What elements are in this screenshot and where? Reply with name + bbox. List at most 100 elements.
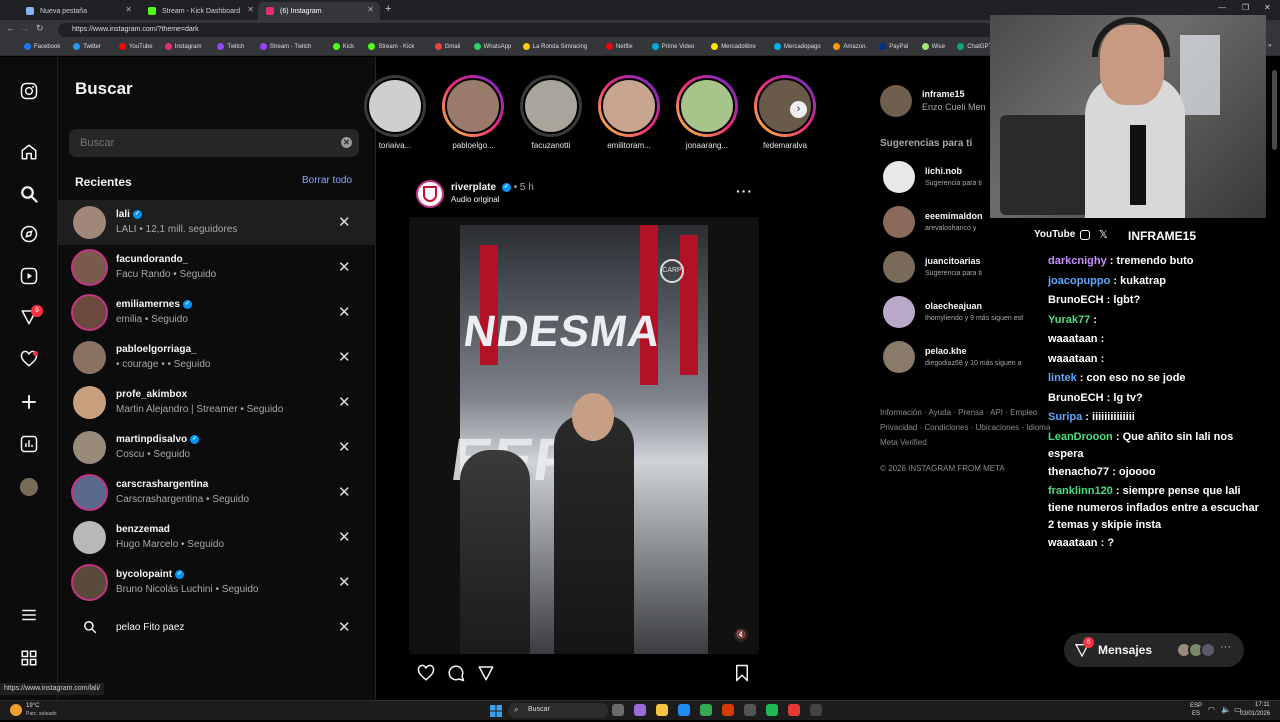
bookmark-item[interactable]: Twitch xyxy=(217,43,244,50)
remove-recent-icon[interactable]: ✕ xyxy=(338,528,351,546)
story-avatar[interactable] xyxy=(754,75,816,137)
dashboard-icon[interactable] xyxy=(19,435,39,455)
bookmark-item[interactable]: Kick xyxy=(332,43,354,50)
search-input[interactable] xyxy=(80,134,330,152)
more-dots-icon[interactable]: ··· xyxy=(736,183,753,199)
story-avatar[interactable] xyxy=(442,75,504,137)
close-tab-icon[interactable]: ✕ xyxy=(125,5,132,14)
recent-item[interactable]: bycolopaint ✓ Bruno Nicolás Luchini • Segu… xyxy=(58,560,376,605)
remove-recent-icon[interactable]: ✕ xyxy=(338,303,351,321)
suggestion-username[interactable]: pelao.khe xyxy=(925,346,967,356)
reload-icon[interactable]: ↻ xyxy=(36,23,44,34)
bookmark-item[interactable]: WhatsApp xyxy=(473,43,511,50)
avatar[interactable] xyxy=(883,161,915,193)
close-window-icon[interactable]: ✕ xyxy=(1264,3,1271,12)
bookmark-item[interactable]: Instagram xyxy=(164,43,201,50)
recent-item[interactable]: facundorando_ Facu Rando • Seguido ✕ xyxy=(58,245,376,290)
remove-recent-icon[interactable]: ✕ xyxy=(338,618,351,636)
bookmark-item[interactable]: Mercadolibre xyxy=(711,43,756,50)
recent-item[interactable]: emiliamernes ✓ emilia • Seguido ✕ xyxy=(58,290,376,335)
story-avatar[interactable] xyxy=(598,75,660,137)
chrome-icon[interactable] xyxy=(700,704,712,716)
remove-recent-icon[interactable]: ✕ xyxy=(338,258,351,276)
footer-links[interactable]: Información · Ayuda · Prensa · API · Emp… xyxy=(880,408,1037,417)
messages-button[interactable]: 6 Mensajes ··· xyxy=(1064,633,1244,667)
menu-hamburger-icon[interactable] xyxy=(19,606,39,626)
new-tab-button[interactable]: + xyxy=(385,3,391,15)
language-code[interactable]: ESP xyxy=(1190,703,1202,709)
bookmark-item[interactable]: Facebook xyxy=(24,43,60,50)
muted-speaker-icon[interactable]: 🔇 xyxy=(734,628,748,642)
edge-icon[interactable] xyxy=(678,704,690,716)
clear-all-button[interactable]: Borrar todo xyxy=(302,175,352,186)
avatar[interactable] xyxy=(883,251,915,283)
bookmark-item[interactable]: Twitter xyxy=(73,43,101,50)
footer-links[interactable]: Meta Verified xyxy=(880,438,927,447)
close-tab-icon[interactable]: ✕ xyxy=(247,5,254,14)
recent-item[interactable]: profe_akimbox Martin Alejandro | Streamer… xyxy=(58,380,376,425)
comment-icon[interactable] xyxy=(447,664,465,687)
bookmark-item[interactable]: Wise xyxy=(921,43,945,50)
riverplate-avatar[interactable] xyxy=(416,180,444,208)
bookmark-item[interactable]: La Ronda Simracing xyxy=(522,43,587,50)
avatar[interactable] xyxy=(883,296,915,328)
bookmarks-more-icon[interactable]: » xyxy=(1268,43,1271,49)
more-apps-icon[interactable] xyxy=(19,649,39,669)
suggestion-username[interactable]: lichi.nob xyxy=(925,166,962,176)
avatar[interactable] xyxy=(883,206,915,238)
story-avatar[interactable] xyxy=(676,75,738,137)
suggestion-username[interactable]: juancitoarias xyxy=(925,256,981,266)
recent-item[interactable]: carscrashargentina Carscrashargentina • S… xyxy=(58,470,376,515)
my-avatar[interactable] xyxy=(880,85,912,117)
like-icon[interactable] xyxy=(417,664,435,687)
suggestion-username[interactable]: olaecheajuan xyxy=(925,301,982,311)
recent-query-item[interactable]: pelao Fito paez ✕ xyxy=(58,605,376,650)
post-audio[interactable]: Audio original xyxy=(451,195,499,204)
stories-next-icon[interactable]: › xyxy=(790,101,807,118)
back-icon[interactable]: ← xyxy=(6,23,15,33)
spotify-icon[interactable] xyxy=(766,704,778,716)
tab-new[interactable]: Nueva pestaña ✕ xyxy=(18,2,138,20)
recent-item[interactable]: martinpdisalvo ✓ Coscu • Seguido ✕ xyxy=(58,425,376,470)
minimize-icon[interactable]: — xyxy=(1218,3,1226,12)
tab-kick[interactable]: Stream - Kick Dashboard ✕ xyxy=(140,2,260,20)
create-plus-icon[interactable] xyxy=(19,393,39,413)
copilot-icon[interactable] xyxy=(634,704,646,716)
messages-rail-icon[interactable]: 6 xyxy=(19,305,43,328)
story-avatar[interactable] xyxy=(364,75,426,137)
widgets-icon[interactable] xyxy=(612,704,624,716)
taskbar-search[interactable]: ⌕ Buscar xyxy=(508,703,608,718)
task-view-icon[interactable] xyxy=(810,704,822,716)
recent-item[interactable]: lali ✓ LALI • 12,1 mill. seguidores ✕ xyxy=(58,200,376,245)
bookmark-item[interactable]: Gmail xyxy=(434,43,460,50)
story-avatar[interactable] xyxy=(520,75,582,137)
suggestion-username[interactable]: eeemimaldon xyxy=(925,211,983,221)
clear-search-icon[interactable]: ✕ xyxy=(341,137,352,148)
volume-icon[interactable]: 🔈 xyxy=(1221,705,1231,714)
clock-time[interactable]: 17:11 xyxy=(1255,702,1270,708)
save-icon[interactable] xyxy=(734,664,750,687)
search-icon[interactable] xyxy=(19,185,39,205)
bookmark-item[interactable]: Amazon. xyxy=(833,43,867,50)
wifi-icon[interactable]: ◠ xyxy=(1208,705,1215,714)
obs-icon[interactable] xyxy=(722,704,734,716)
bookmark-item[interactable]: Stream - Twitch xyxy=(259,43,311,50)
instagram-logo-icon[interactable] xyxy=(19,82,39,102)
avatar[interactable] xyxy=(883,341,915,373)
page-scrollbar[interactable] xyxy=(1272,70,1277,150)
share-icon[interactable] xyxy=(477,664,495,687)
remove-recent-icon[interactable]: ✕ xyxy=(338,438,351,456)
explore-icon[interactable] xyxy=(19,225,39,245)
forward-icon[interactable]: → xyxy=(20,23,29,33)
steam-icon[interactable] xyxy=(744,704,756,716)
notifications-heart-icon[interactable] xyxy=(19,350,39,370)
bookmark-item[interactable]: YouTube xyxy=(119,43,153,50)
post-media[interactable]: NDESMA EEPI CARP 🔇 xyxy=(409,217,759,654)
remove-recent-icon[interactable]: ✕ xyxy=(338,393,351,411)
post-account[interactable]: riverplate xyxy=(451,182,496,193)
bookmark-item[interactable]: Prime Video xyxy=(651,43,694,50)
home-icon[interactable] xyxy=(19,143,39,163)
recent-item[interactable]: benzzemad Hugo Marcelo • Seguido ✕ xyxy=(58,515,376,560)
profile-avatar[interactable] xyxy=(19,477,39,497)
footer-links[interactable]: Privacidad · Condiciones · Ubicaciones ·… xyxy=(880,423,1050,432)
